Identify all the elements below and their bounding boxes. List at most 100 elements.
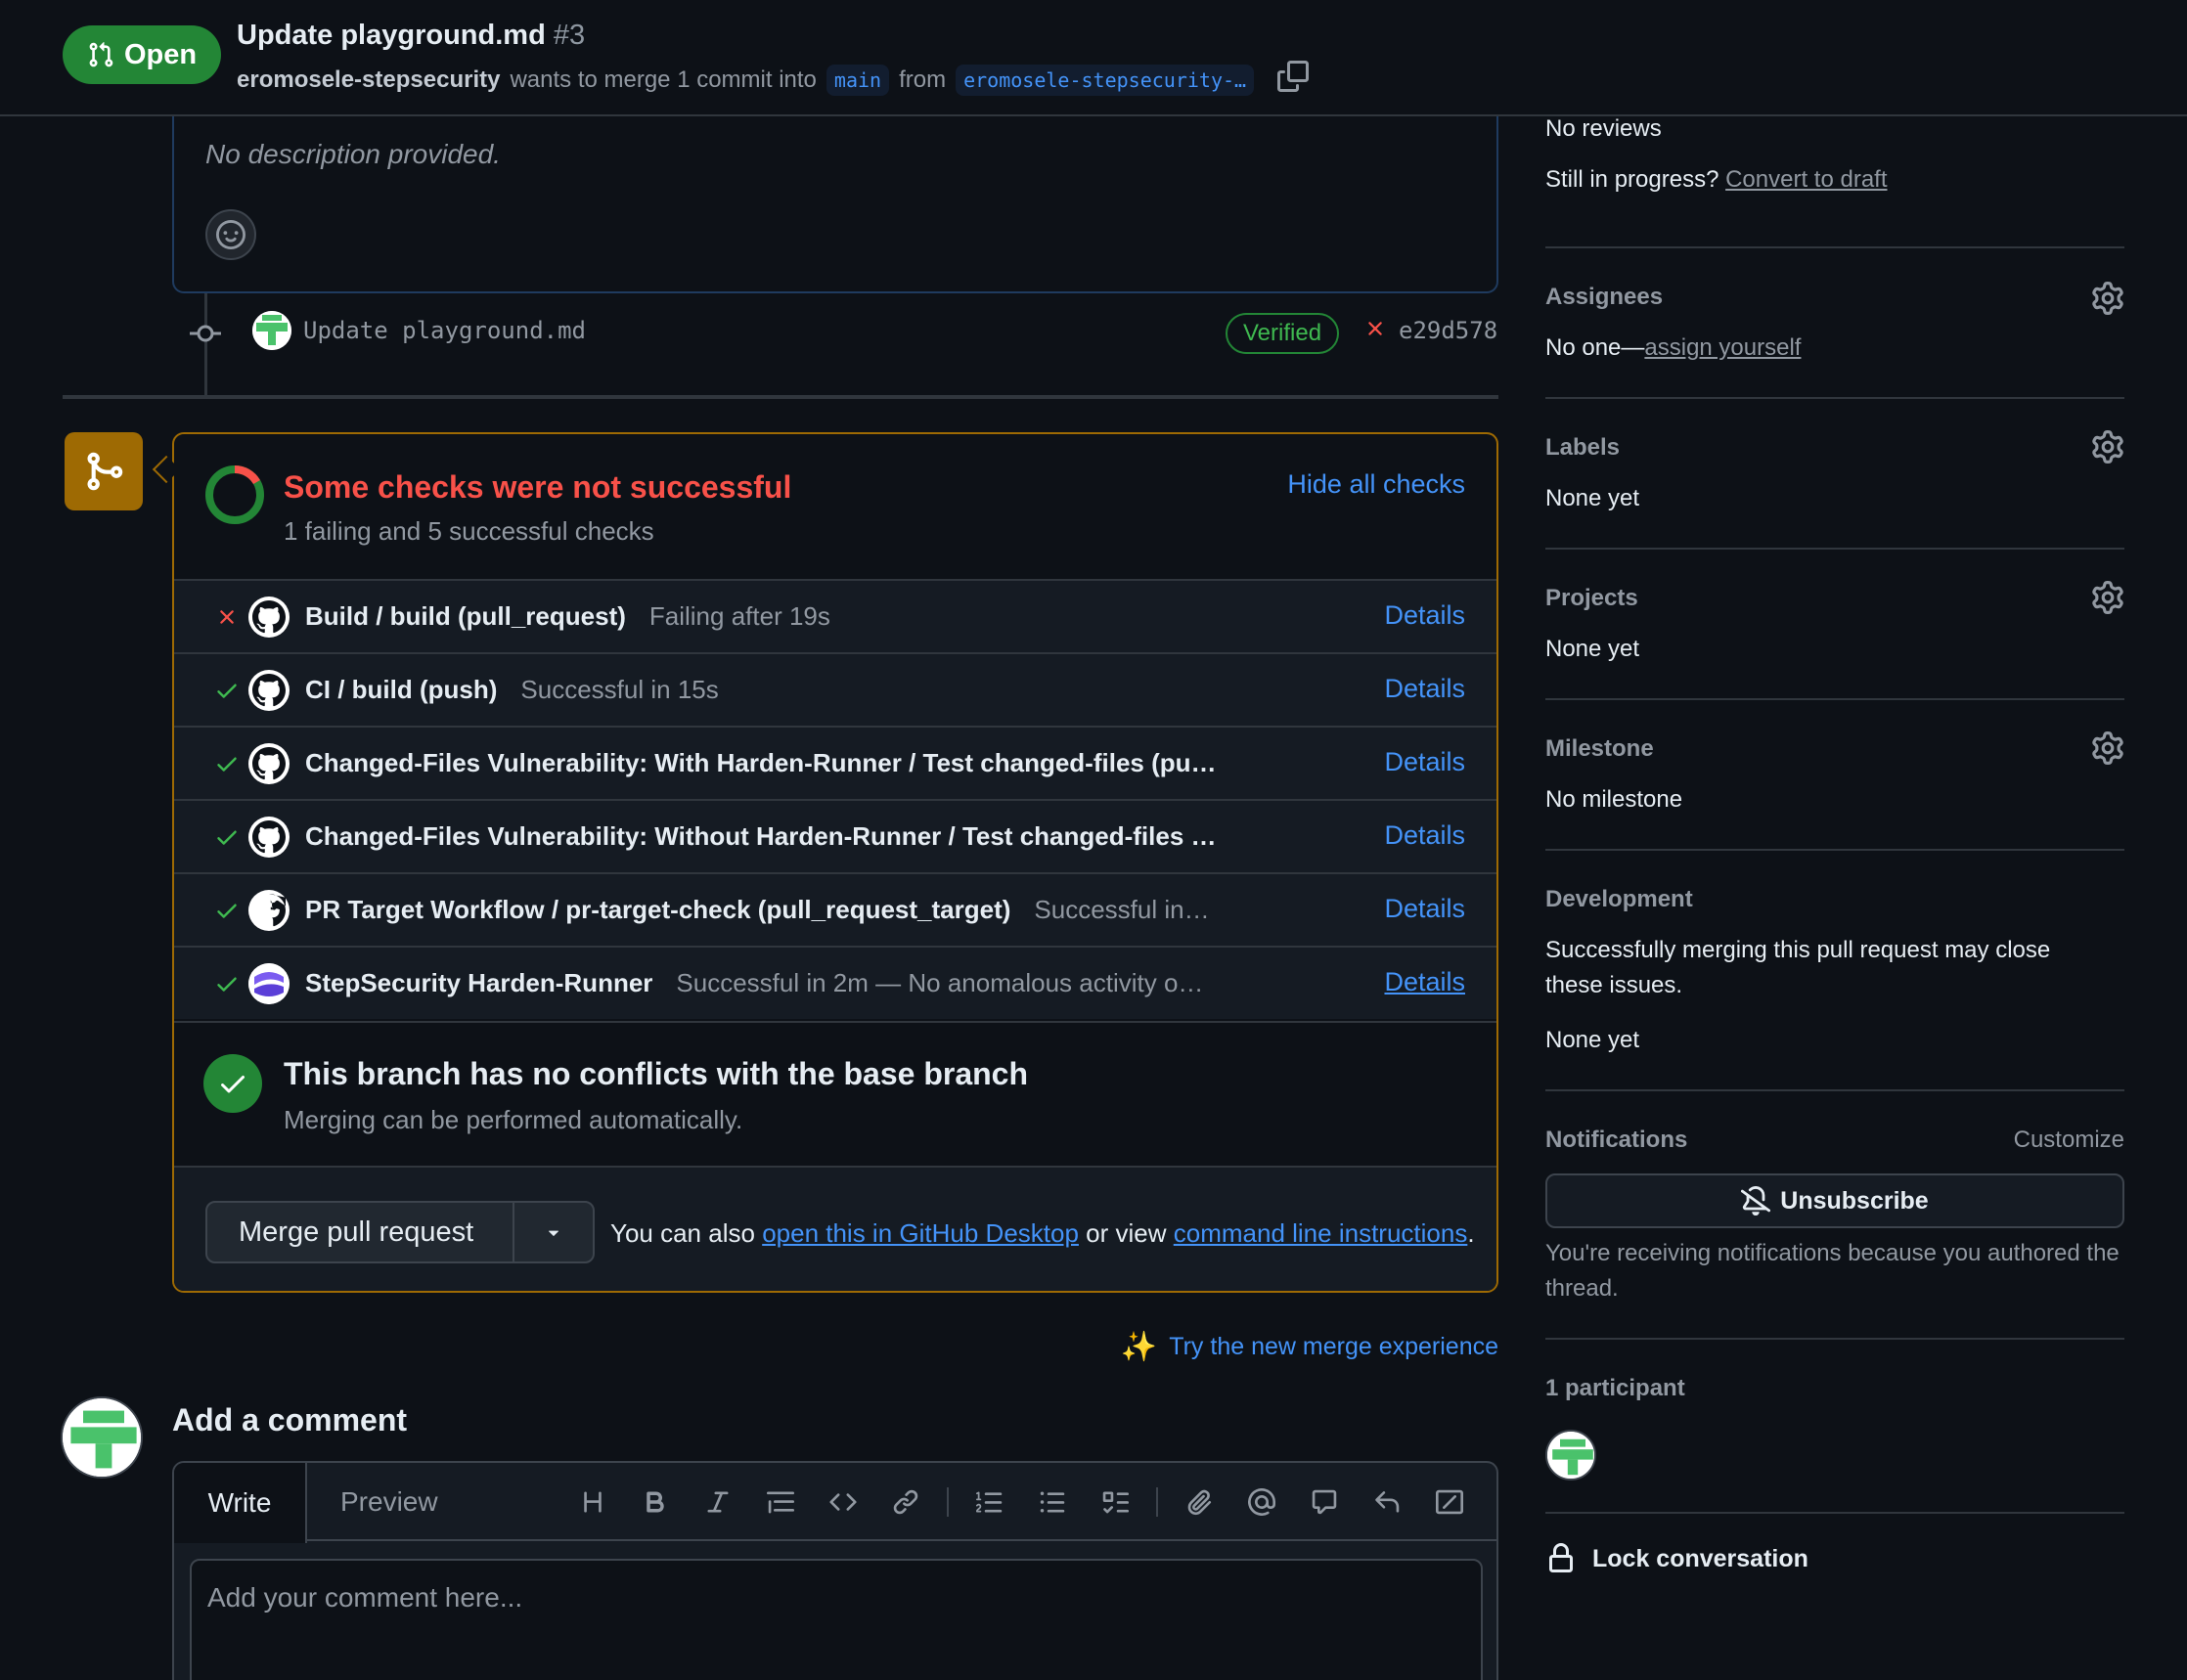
labels-value: None yet (1545, 485, 1640, 511)
pr-number: #3 (553, 20, 586, 51)
quote-icon[interactable] (749, 1482, 812, 1522)
notifications-heading: Notifications (1545, 1127, 1688, 1153)
check-row: Changed-Files Vulnerability: With Harden… (174, 726, 1496, 799)
x-icon[interactable] (1363, 317, 1387, 345)
checks-status-donut-icon (203, 464, 266, 531)
tab-preview[interactable]: Preview (340, 1486, 438, 1518)
gear-icon[interactable] (2091, 731, 2124, 770)
timeline-divider (63, 395, 1498, 399)
github-logo-icon (248, 742, 290, 784)
commit-author-avatar[interactable] (252, 311, 291, 350)
check-details-link[interactable]: Details (1384, 894, 1465, 924)
check-details-link[interactable]: Details (1384, 600, 1465, 631)
commit-sha-link[interactable]: e29d578 (1399, 317, 1497, 344)
check-row: PR Target Workflow / pr-target-check (pu… (174, 872, 1496, 946)
pr-merge-summary: eromosele-stepsecurity wants to merge 1 … (237, 61, 1310, 99)
or-view-text: or view (1086, 1218, 1167, 1248)
unsubscribe-label: Unsubscribe (1780, 1186, 1929, 1215)
unsubscribe-button[interactable]: Unsubscribe (1545, 1173, 2124, 1228)
commit-message-link[interactable]: Update playground.md (303, 317, 586, 344)
sidebar-divider (1545, 1338, 2124, 1340)
try-new-merge-label: Try the new merge experience (1169, 1333, 1498, 1360)
check-details-link[interactable]: Details (1384, 967, 1465, 997)
projects-value: None yet (1545, 636, 1640, 662)
pr-sticky-header: Open Update playground.md #3 eromosele-s… (0, 0, 2187, 116)
avatar[interactable] (61, 1396, 143, 1479)
copy-icon[interactable] (1277, 61, 1310, 99)
head-branch-link[interactable]: eromosele-stepsecurity-… (956, 64, 1255, 96)
cross-reference-icon[interactable] (1293, 1482, 1356, 1522)
add-comment-heading: Add a comment (172, 1402, 408, 1437)
triangle-down-icon (548, 1230, 559, 1236)
gear-icon[interactable] (2091, 282, 2124, 320)
link-icon[interactable] (874, 1482, 937, 1522)
toolbar-divider (947, 1487, 949, 1517)
in-progress-text: Still in progress? (1545, 166, 1719, 193)
code-icon[interactable] (812, 1482, 874, 1522)
merge-also-text: You can also (610, 1218, 755, 1248)
pr-description-text: No description provided. (205, 139, 501, 169)
pr-title: Update playground.md #3 (237, 20, 585, 52)
milestone-heading[interactable]: Milestone (1545, 735, 1654, 763)
add-reaction-button[interactable] (205, 209, 256, 260)
verified-badge[interactable]: Verified (1226, 313, 1340, 354)
merge-button-group: Merge pull request (205, 1201, 595, 1263)
pr-author-link[interactable]: eromosele-stepsecurity (237, 66, 500, 94)
notifications-reason: You're receiving notifications because y… (1545, 1240, 2120, 1302)
command-line-instructions-link[interactable]: command line instructions (1174, 1218, 1468, 1248)
merge-method-dropdown[interactable] (514, 1203, 593, 1261)
avatar[interactable] (1545, 1430, 1596, 1481)
period-text: . (1467, 1218, 1475, 1248)
check-details-link[interactable]: Details (1384, 747, 1465, 777)
check-details-link[interactable]: Details (1384, 820, 1465, 851)
labels-heading[interactable]: Labels (1545, 434, 1620, 462)
customize-link[interactable]: Customize (2014, 1127, 2124, 1154)
stepsecurity-logo-icon (248, 962, 290, 1004)
ordered-list-icon[interactable] (959, 1482, 1021, 1522)
try-new-merge-link[interactable]: ✨ Try the new merge experience (1121, 1330, 1498, 1364)
tab-write[interactable]: Write (174, 1463, 307, 1543)
bold-icon[interactable] (624, 1482, 687, 1522)
merge-actions: Merge pull request You can also open thi… (174, 1166, 1496, 1291)
comment-textarea[interactable]: Add your comment here... (190, 1559, 1483, 1680)
pr-description-box (172, 98, 1498, 293)
open-github-desktop-link[interactable]: open this in GitHub Desktop (762, 1218, 1079, 1248)
check-row: StepSecurity Harden-Runner Successful in… (174, 946, 1496, 1019)
check-description: Failing after 19s (648, 601, 830, 631)
assignees-heading[interactable]: Assignees (1545, 284, 1663, 311)
gear-icon[interactable] (2091, 581, 2124, 619)
sidebar-divider (1545, 246, 2124, 248)
heading-icon[interactable] (561, 1482, 624, 1522)
assign-yourself-link[interactable]: assign yourself (1644, 334, 1801, 361)
italic-icon[interactable] (687, 1482, 749, 1522)
unordered-list-icon[interactable] (1021, 1482, 1084, 1522)
check-name: CI / build (push) (305, 675, 498, 704)
check-name: PR Target Workflow / pr-target-check (pu… (305, 895, 1011, 924)
check-row: Changed-Files Vulnerability: Without Har… (174, 799, 1496, 872)
draft-prompt: Still in progress? Convert to draft (1545, 166, 1888, 194)
check-details-link[interactable]: Details (1384, 674, 1465, 704)
paperclip-icon[interactable] (1168, 1482, 1230, 1522)
sidebar-divider (1545, 698, 2124, 700)
merge-pull-request-button[interactable]: Merge pull request (207, 1203, 514, 1261)
development-text-line-2: these issues. (1545, 972, 1683, 998)
tasklist-icon[interactable] (1084, 1482, 1146, 1522)
bell-slash-icon (1741, 1186, 1771, 1216)
convert-to-draft-link[interactable]: Convert to draft (1725, 166, 1887, 193)
hide-all-checks-button[interactable]: Hide all checks (1287, 469, 1465, 500)
check-circle-icon (203, 1054, 262, 1113)
checks-subtitle: 1 failing and 5 successful checks (284, 516, 654, 546)
check-name: Build / build (pull_request) (305, 601, 626, 631)
git-pull-request-icon (89, 42, 113, 67)
pr-title-text: Update playground.md (237, 20, 546, 51)
slash-command-icon[interactable] (1418, 1482, 1481, 1522)
lock-conversation-button[interactable]: Lock conversation (1545, 1543, 1808, 1574)
assignees-value: No one—assign yourself (1545, 334, 1801, 362)
base-branch-link[interactable]: main (826, 64, 890, 96)
projects-heading[interactable]: Projects (1545, 585, 1638, 612)
development-heading[interactable]: Development (1545, 886, 1693, 913)
mention-icon[interactable] (1230, 1482, 1293, 1522)
gear-icon[interactable] (2091, 430, 2124, 468)
checks-title: Some checks were not successful (284, 469, 792, 505)
reply-icon[interactable] (1356, 1482, 1418, 1522)
